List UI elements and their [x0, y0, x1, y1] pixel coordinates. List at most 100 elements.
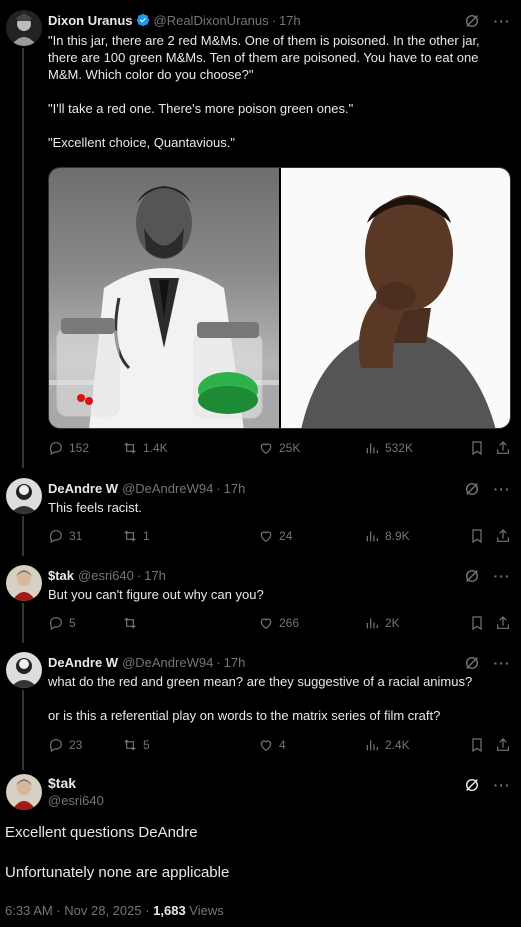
- author-handle[interactable]: @esri640: [78, 568, 134, 583]
- views-icon: [366, 443, 378, 454]
- tweet-1[interactable]: Dixon Uranus @RealDixonUranus · 17h ··· …: [0, 10, 521, 468]
- tweet-text: This feels racist.: [48, 500, 142, 515]
- repost-button[interactable]: 5: [122, 737, 150, 753]
- views-button[interactable]: 8.9K: [364, 528, 410, 544]
- share-button[interactable]: [495, 615, 511, 631]
- like-button[interactable]: 4: [258, 737, 286, 753]
- more-icon[interactable]: ···: [493, 567, 511, 585]
- reply-button[interactable]: 23: [48, 737, 118, 753]
- author-handle[interactable]: @DeAndreW94: [122, 481, 213, 496]
- author-handle[interactable]: @DeAndreW94: [122, 655, 213, 670]
- like-button[interactable]: 25K: [258, 440, 300, 456]
- avatar[interactable]: [6, 652, 42, 688]
- avatar[interactable]: [6, 565, 42, 601]
- bookmark-button[interactable]: [469, 440, 485, 456]
- view-count: 1,683: [153, 903, 186, 918]
- share-button[interactable]: [495, 440, 511, 456]
- share-icon: [497, 441, 509, 454]
- author-name[interactable]: DeAndre W: [48, 655, 118, 670]
- author-name[interactable]: DeAndre W: [48, 481, 118, 496]
- author-name[interactable]: Dixon Uranus: [48, 13, 133, 28]
- reply-button[interactable]: 152: [48, 440, 118, 456]
- reply-button[interactable]: 5: [48, 615, 118, 631]
- like-button[interactable]: 266: [258, 615, 299, 631]
- reply-count: 5: [69, 616, 76, 630]
- grok-icon[interactable]: [463, 654, 481, 672]
- like-count: 266: [279, 616, 300, 630]
- tweet-actions: 5 266 2K: [48, 613, 511, 633]
- tweet-top-actions: ···: [463, 12, 511, 30]
- repost-count: 1: [143, 529, 150, 543]
- author-name[interactable]: $tak: [48, 568, 74, 583]
- views-button[interactable]: 532K: [364, 440, 413, 456]
- tweet-4[interactable]: DeAndre W @DeAndreW94 · 17h ··· what do …: [0, 652, 521, 770]
- tweet-3[interactable]: $tak @esri640 · 17h ··· But you can't fi…: [0, 565, 521, 643]
- avatar[interactable]: [6, 10, 42, 46]
- tweet-top-actions: ···: [463, 480, 511, 498]
- like-icon: [260, 443, 272, 455]
- tweet-header: Dixon Uranus @RealDixonUranus · 17h: [48, 10, 301, 30]
- tweet-time[interactable]: 17h: [224, 481, 246, 496]
- bookmark-button[interactable]: [469, 737, 485, 753]
- reply-icon: [49, 617, 62, 631]
- tweet-time[interactable]: 17h: [224, 655, 246, 670]
- like-icon: [260, 618, 272, 630]
- views-count: 2K: [385, 616, 400, 630]
- grok-icon[interactable]: [463, 567, 481, 585]
- share-button[interactable]: [495, 737, 511, 753]
- share-button[interactable]: [495, 528, 511, 544]
- avatar[interactable]: [6, 774, 42, 810]
- avatar[interactable]: [6, 478, 42, 514]
- tweet-time[interactable]: 17h: [144, 568, 166, 583]
- tweet-header: DeAndre W @DeAndreW94 · 17h: [48, 652, 245, 672]
- repost-icon: [124, 530, 136, 542]
- views-label: Views: [185, 903, 224, 918]
- separator-dot: ·: [216, 480, 221, 496]
- author-handle[interactable]: @esri640: [48, 793, 104, 808]
- views-button[interactable]: 2.4K: [364, 737, 410, 753]
- grok-icon[interactable]: [463, 776, 481, 794]
- reply-icon: [49, 530, 62, 544]
- repost-button[interactable]: 1.4K: [122, 440, 168, 456]
- tweet-media[interactable]: [48, 167, 511, 429]
- reply-icon: [49, 442, 62, 456]
- thread-line: [22, 690, 24, 770]
- tweet-top-actions: ···: [463, 776, 511, 794]
- tweet-top-actions: ···: [463, 654, 511, 672]
- views-count: 532K: [385, 441, 414, 455]
- tweet-2[interactable]: DeAndre W @DeAndreW94 · 17h ··· This fee…: [0, 478, 521, 556]
- separator-dot: ·: [271, 12, 276, 28]
- like-count: 24: [279, 529, 293, 543]
- repost-button[interactable]: [122, 615, 143, 631]
- reply-button[interactable]: 31: [48, 528, 118, 544]
- main-author: $tak @esri640: [48, 775, 104, 808]
- repost-count: 5: [143, 738, 150, 752]
- grok-icon[interactable]: [463, 480, 481, 498]
- repost-button[interactable]: 1: [122, 528, 150, 544]
- separator-dot: ·: [136, 567, 142, 583]
- tweet-text: But you can't figure out why can you?: [48, 587, 264, 602]
- thread-line: [22, 48, 24, 468]
- main-tweet: $tak @esri640 ··· Excellent questions De…: [0, 772, 521, 922]
- views-count: 8.9K: [385, 529, 410, 543]
- reply-count: 152: [69, 441, 90, 455]
- like-icon: [260, 740, 272, 752]
- like-button[interactable]: 24: [258, 528, 292, 544]
- tweet-time[interactable]: 17h: [279, 13, 301, 28]
- bookmark-icon: [472, 738, 482, 753]
- author-name[interactable]: $tak: [48, 775, 104, 791]
- bookmark-button[interactable]: [469, 615, 485, 631]
- timestamp[interactable]: 6:33 AM · Nov 28, 2025 ·: [5, 903, 153, 918]
- more-icon[interactable]: ···: [493, 776, 511, 794]
- more-icon[interactable]: ···: [493, 12, 511, 30]
- views-button[interactable]: 2K: [364, 615, 400, 631]
- share-icon: [497, 529, 509, 542]
- bookmark-button[interactable]: [469, 528, 485, 544]
- tweet-text: what do the red and green mean? are they…: [48, 674, 473, 723]
- tweet-meta: 6:33 AM · Nov 28, 2025 · 1,683 Views: [5, 903, 224, 918]
- grok-icon[interactable]: [463, 12, 481, 30]
- meme-image-doctor: [49, 168, 279, 428]
- more-icon[interactable]: ···: [493, 654, 511, 672]
- more-icon[interactable]: ···: [493, 480, 511, 498]
- author-handle[interactable]: @RealDixonUranus: [154, 13, 269, 28]
